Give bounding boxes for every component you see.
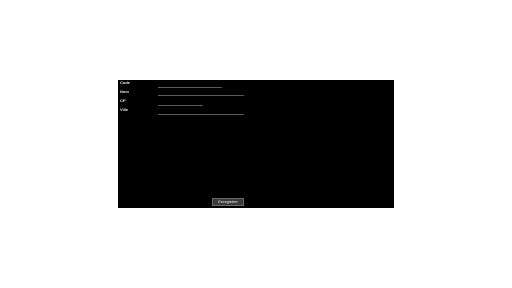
form-panel: Code Nom CP Ville bbox=[118, 80, 394, 208]
code-label: Code bbox=[120, 80, 130, 85]
cp-field[interactable] bbox=[158, 99, 203, 106]
nom-field[interactable] bbox=[158, 89, 244, 96]
cp-label: CP bbox=[120, 98, 126, 103]
save-button[interactable]: Enregistrer bbox=[212, 198, 244, 206]
ville-label: Ville bbox=[120, 107, 129, 112]
ville-field[interactable] bbox=[158, 108, 244, 115]
nom-label: Nom bbox=[120, 89, 129, 94]
code-field[interactable] bbox=[158, 81, 222, 88]
